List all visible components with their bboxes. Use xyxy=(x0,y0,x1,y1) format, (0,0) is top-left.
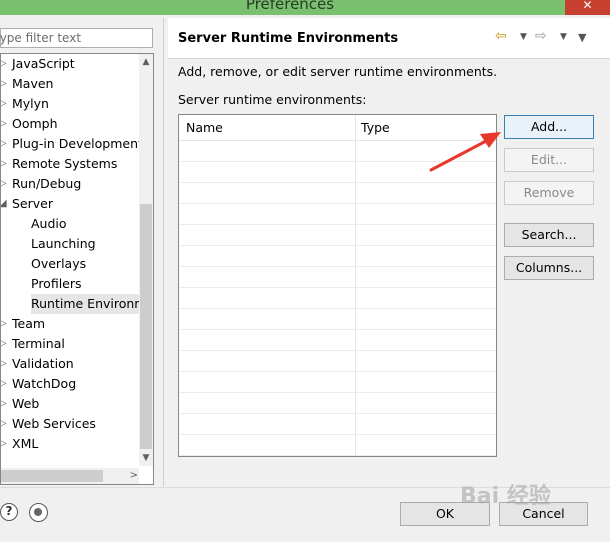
table-row xyxy=(179,392,496,393)
tree-item-label: Maven xyxy=(12,76,54,91)
tree-item-label: Server xyxy=(12,196,53,211)
tree-horizontal-scrollbar[interactable]: > xyxy=(1,468,139,484)
collapsed-arrow-icon[interactable]: ▷ xyxy=(1,154,7,174)
scroll-thumb[interactable] xyxy=(140,204,152,449)
tree-item-label: Audio xyxy=(31,216,67,231)
filter-input[interactable] xyxy=(0,29,143,47)
tree-item-label: Oomph xyxy=(12,116,58,131)
collapsed-arrow-icon[interactable]: ▷ xyxy=(1,414,7,434)
tree-item-label: Team xyxy=(12,316,46,331)
collapsed-arrow-icon[interactable]: ▷ xyxy=(1,134,7,154)
forward-arrow-icon[interactable]: ⇨ xyxy=(535,28,547,44)
forward-dropdown-icon[interactable]: ▼ xyxy=(560,32,567,42)
tree-item-label: Validation xyxy=(12,356,74,371)
tree-item-label: Mylyn xyxy=(12,96,49,111)
remove-button[interactable]: Remove xyxy=(504,181,594,205)
tree-item-label: WatchDog xyxy=(12,376,77,391)
table-row xyxy=(179,329,496,330)
collapsed-arrow-icon[interactable]: ▷ xyxy=(1,394,7,414)
tree-item-label: Web xyxy=(12,396,40,411)
tree-item-label: Run/Debug xyxy=(12,176,82,191)
search-button[interactable]: Search... xyxy=(504,223,594,247)
add-button[interactable]: Add... xyxy=(504,115,594,139)
tree-item-label: Overlays xyxy=(31,256,87,271)
scroll-right-icon[interactable]: > xyxy=(130,468,138,484)
table-row xyxy=(179,287,496,288)
collapsed-arrow-icon[interactable]: ▷ xyxy=(1,354,7,374)
page-title: Server Runtime Environments xyxy=(178,31,399,46)
collapsed-arrow-icon[interactable]: ▷ xyxy=(1,174,7,194)
collapsed-arrow-icon[interactable]: ▷ xyxy=(1,314,7,334)
preferences-link-icon[interactable] xyxy=(29,503,48,522)
column-header-name[interactable]: Name xyxy=(186,120,223,135)
column-header-type[interactable]: Type xyxy=(361,120,390,135)
table-row xyxy=(179,203,496,204)
collapsed-arrow-icon[interactable]: ▷ xyxy=(1,54,7,74)
tree-item-label: Plug-in Development xyxy=(12,136,143,151)
help-icon[interactable]: ? xyxy=(0,503,18,521)
collapsed-arrow-icon[interactable]: ▷ xyxy=(1,374,7,394)
columns-button[interactable]: Columns... xyxy=(504,256,594,280)
tree-item-label: Terminal xyxy=(12,336,65,351)
scroll-up-icon[interactable]: ▲ xyxy=(139,57,153,67)
table-row xyxy=(179,350,496,351)
scroll-down-icon[interactable]: ▼ xyxy=(139,453,153,463)
table-row xyxy=(179,371,496,372)
tree-item-label: Runtime Environm xyxy=(31,294,151,314)
tree-vertical-scrollbar[interactable]: ▲ ▼ xyxy=(139,54,153,466)
collapsed-arrow-icon[interactable]: ▷ xyxy=(1,334,7,354)
back-dropdown-icon[interactable]: ▼ xyxy=(520,32,527,42)
table-row xyxy=(179,434,496,435)
filter-field[interactable] xyxy=(0,28,153,48)
pane-splitter[interactable] xyxy=(163,18,164,486)
annotation-arrow-icon xyxy=(429,132,501,172)
collapsed-arrow-icon[interactable]: ▷ xyxy=(1,74,7,94)
menu-dropdown-icon[interactable]: ▼ xyxy=(578,31,586,44)
tree-item-label: XML xyxy=(12,436,39,451)
hscroll-thumb[interactable] xyxy=(1,470,103,482)
table-row xyxy=(179,245,496,246)
collapsed-arrow-icon[interactable]: ▷ xyxy=(1,114,7,134)
table-row xyxy=(179,224,496,225)
watermark: Bai 经验 xyxy=(460,484,551,509)
tree-item-label: Launching xyxy=(31,236,96,251)
back-arrow-icon[interactable]: ⇦ xyxy=(495,28,507,44)
table-row xyxy=(179,455,496,456)
preferences-tree: ▷ XML ▷ Web Services ▷ Web ▷ WatchDog ▷ Validatio… xyxy=(0,53,154,485)
title-bar: Preferences ✕ xyxy=(0,0,610,15)
close-window-button[interactable]: ✕ xyxy=(565,0,610,15)
table-row xyxy=(179,308,496,309)
table-row xyxy=(179,413,496,414)
environments-list-label: Server runtime environments: xyxy=(178,92,367,107)
tree-item-label: Remote Systems xyxy=(12,156,118,171)
page-description: Add, remove, or edit server runtime envi… xyxy=(178,64,498,79)
collapsed-arrow-icon[interactable]: ▷ xyxy=(1,94,7,114)
collapsed-arrow-icon[interactable]: ▷ xyxy=(1,434,7,454)
tree-item-label: Profilers xyxy=(31,276,82,291)
table-row xyxy=(179,266,496,267)
window-title: Preferences xyxy=(245,0,335,13)
tree-item-label: JavaScript xyxy=(12,56,75,71)
edit-button[interactable]: Edit... xyxy=(504,148,594,172)
tree-item-label: Web Services xyxy=(12,416,96,431)
expanded-arrow-icon[interactable]: ◢ xyxy=(1,194,7,214)
column-separator xyxy=(355,115,356,456)
page-header: Server Runtime Environments ⇦ ▼ ⇨ ▼ ▼ xyxy=(168,18,610,59)
table-row xyxy=(179,182,496,183)
